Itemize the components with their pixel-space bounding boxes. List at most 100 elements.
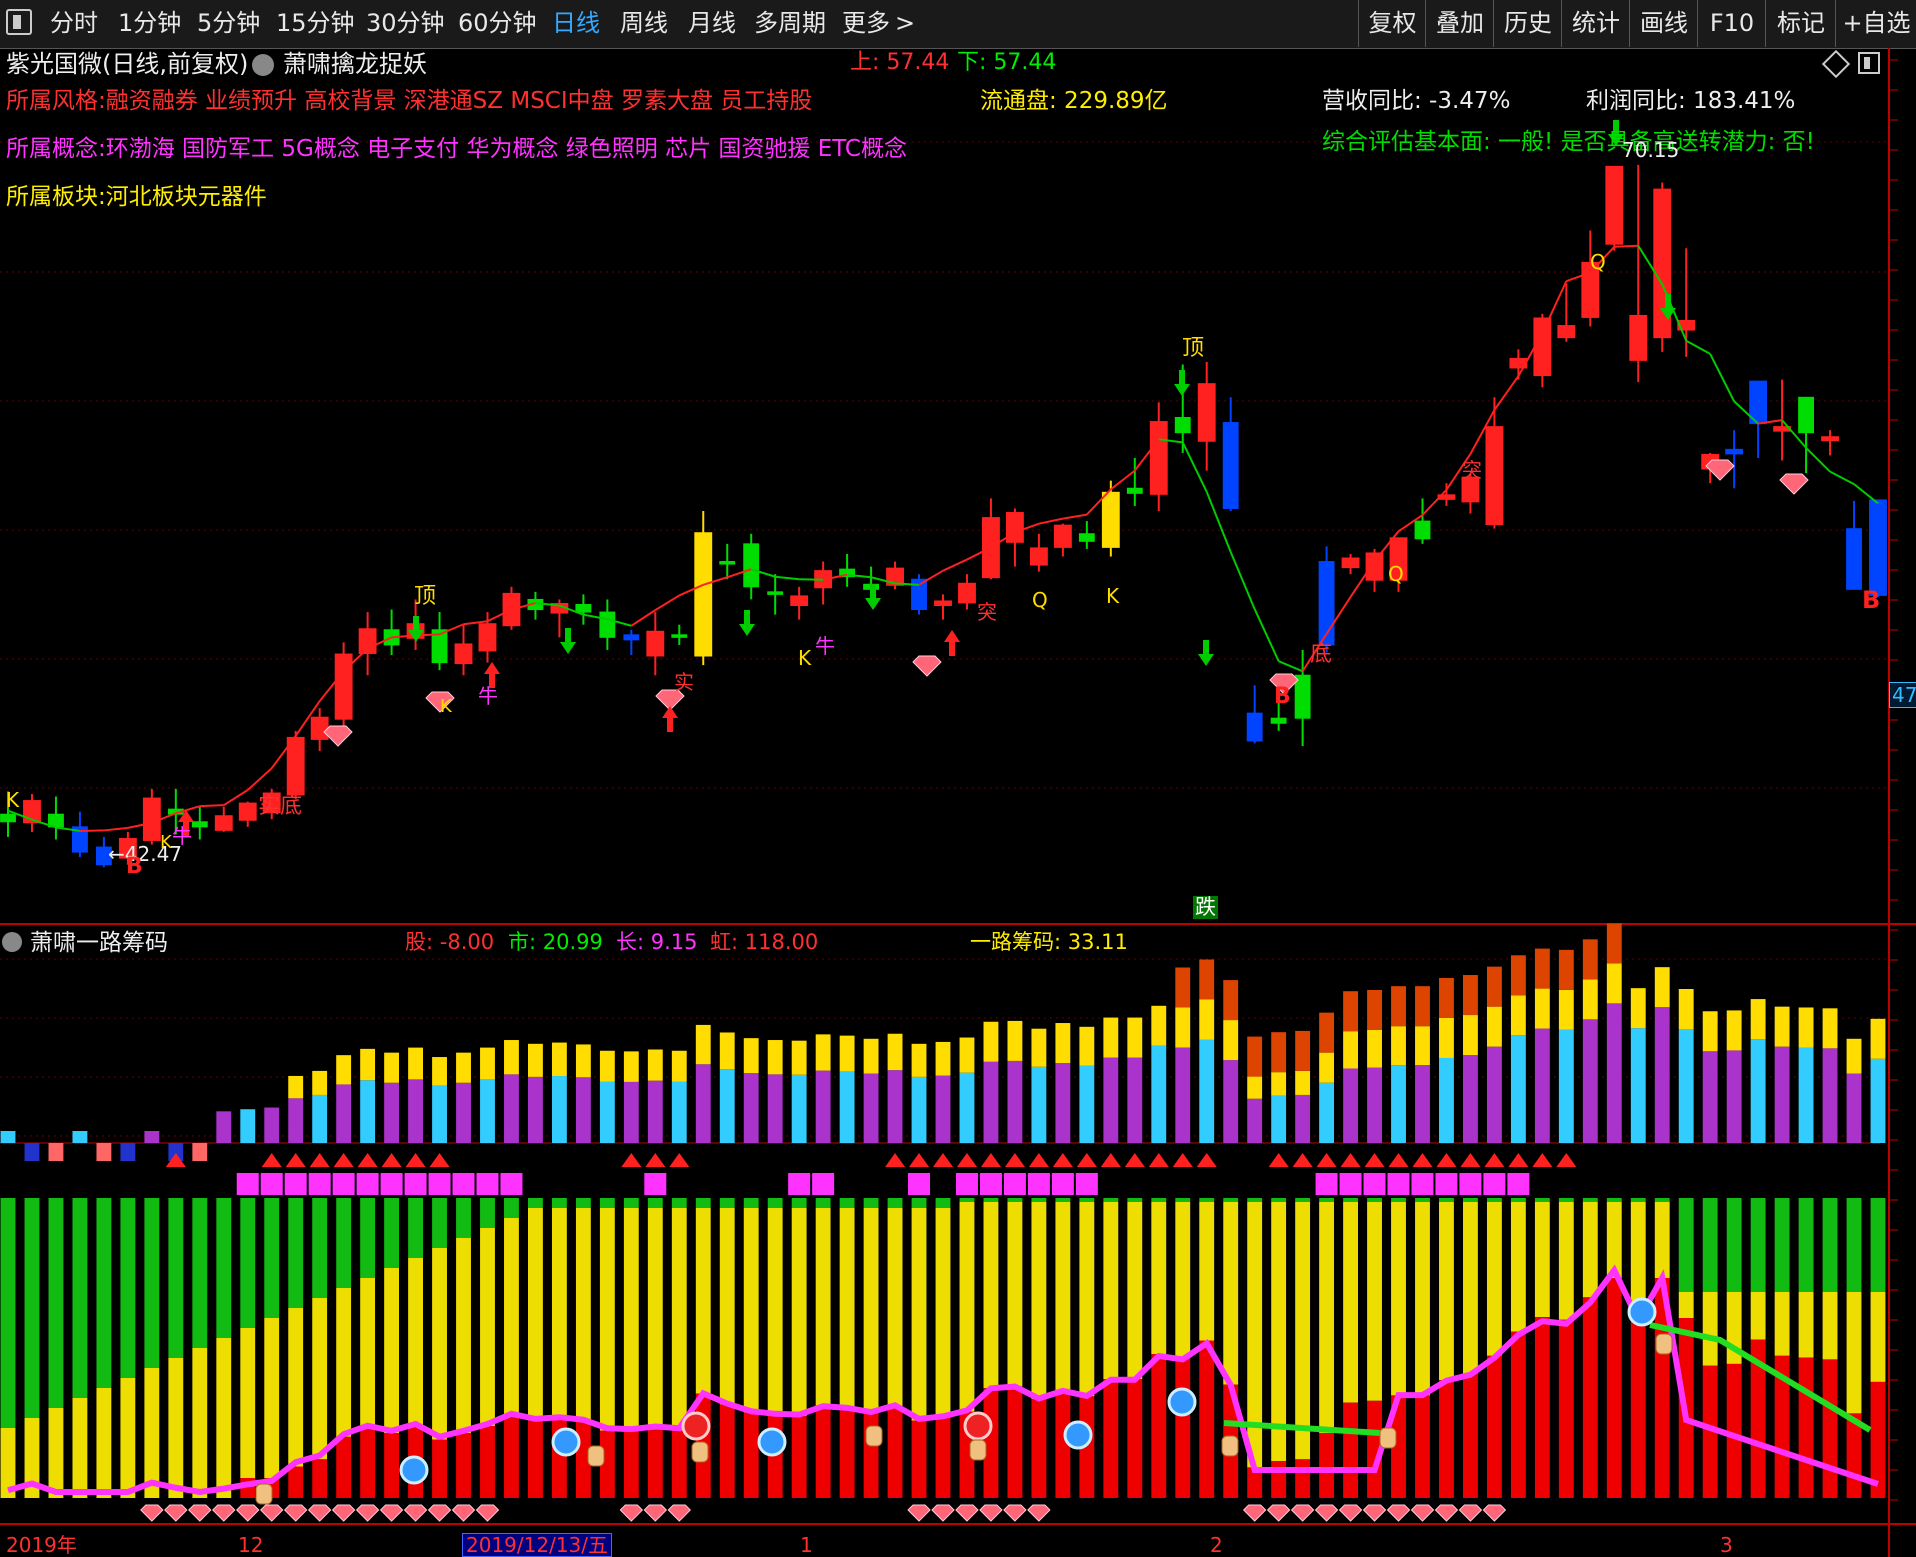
- kline-chart[interactable]: [0, 0, 1916, 1557]
- chip-yellow-segment: [767, 1208, 783, 1416]
- red-triangle-icon: [405, 1153, 426, 1167]
- chip-bar: [1103, 1057, 1119, 1143]
- red-triangle-icon: [1004, 1153, 1025, 1167]
- chip-bar-top: [1127, 1017, 1143, 1058]
- chip-bar-top: [1558, 989, 1574, 1030]
- chip-bar-top: [1271, 1072, 1287, 1096]
- green-down-arrow-icon: [739, 610, 755, 636]
- chip-bar: [1223, 1060, 1239, 1143]
- chip-bar: [432, 1085, 447, 1143]
- chip-green-segment: [1606, 1198, 1622, 1202]
- chip-bar: [959, 1072, 975, 1143]
- candle-body: [334, 653, 353, 720]
- chip-bar-top: [1391, 1026, 1406, 1066]
- signal-label: K: [440, 696, 452, 717]
- sub-indicator-name[interactable]: 萧啸一路筹码: [30, 932, 168, 955]
- chip-bar: [695, 1064, 711, 1143]
- chip-green-segment: [839, 1198, 855, 1208]
- rainbow-value: 虹: 118.00: [710, 930, 819, 954]
- chip-yellow-segment: [1223, 1202, 1239, 1385]
- magenta-square-icon: [260, 1173, 283, 1195]
- chip-green-segment: [240, 1198, 256, 1328]
- chip-bar-top: [1654, 967, 1670, 1008]
- chip-yellow-segment: [839, 1208, 855, 1409]
- diamond-icon: [1362, 1504, 1387, 1522]
- chip-yellow-segment: [72, 1398, 88, 1498]
- chip-yellow-segment: [575, 1208, 591, 1422]
- trend-line-segment: [1181, 441, 1208, 493]
- chip-bar: [1702, 1051, 1718, 1143]
- chip-yellow-segment: [192, 1348, 208, 1498]
- indicator-dropdown-icon[interactable]: [252, 54, 274, 76]
- magenta-square-icon: [788, 1173, 811, 1195]
- chip-bar-top: [1055, 1023, 1071, 1064]
- chip-yellow-segment: [288, 1308, 304, 1467]
- chip-red-segment: [623, 1431, 639, 1498]
- chip-red-segment: [1343, 1402, 1358, 1498]
- chip-green-segment: [671, 1198, 687, 1208]
- chip-bar-top: [1199, 999, 1215, 1040]
- red-triangle-icon: [669, 1153, 690, 1167]
- chip-green-segment: [815, 1198, 831, 1208]
- chip-bar-top: [1582, 979, 1598, 1020]
- upper-value: 上: 57.44: [850, 50, 950, 75]
- chip-green-segment: [1271, 1198, 1287, 1202]
- chip-bar-top: [719, 1032, 735, 1070]
- chip-red-segment: [1439, 1380, 1454, 1498]
- chip-bar-top: [528, 1043, 543, 1077]
- chip-green-segment: [1247, 1198, 1263, 1202]
- chip-bar: [1199, 1039, 1215, 1143]
- chip-yellow-segment: [1774, 1292, 1790, 1356]
- magenta-square-icon: [1003, 1173, 1026, 1195]
- chip-bar-top: [288, 1075, 304, 1099]
- chip-yellow-segment: [1343, 1202, 1358, 1403]
- diamond-icon: [355, 1504, 380, 1522]
- chip-red-segment: [1295, 1459, 1311, 1498]
- red-ball-icon: [963, 1411, 993, 1441]
- chip-yellow-segment: [336, 1288, 352, 1437]
- chip-bar: [1007, 1060, 1023, 1143]
- diamond-icon: [643, 1504, 668, 1522]
- red-triangle-icon: [1412, 1153, 1433, 1167]
- chip-bar-top: [360, 1048, 376, 1081]
- chip-green-segment: [1726, 1198, 1742, 1292]
- chip-red-segment: [1822, 1359, 1838, 1498]
- buy-signal-label: B: [1274, 684, 1291, 709]
- chip-yellow-segment: [504, 1218, 519, 1416]
- candle-body: [646, 630, 665, 657]
- candle-body: [1174, 417, 1191, 434]
- time-axis-label: 1: [800, 1533, 813, 1557]
- chip-bar-top: [336, 1055, 352, 1085]
- red-triangle-icon: [1196, 1153, 1217, 1167]
- chip-green-segment: [887, 1198, 903, 1208]
- trend-line-segment: [654, 594, 680, 611]
- chip-bar-top: [432, 1057, 447, 1086]
- chip-yellow-segment: [1007, 1202, 1023, 1387]
- magenta-square-icon: [284, 1173, 307, 1195]
- chip-bar: [1510, 1035, 1526, 1143]
- sub-indicator-dropdown-icon[interactable]: [2, 932, 22, 952]
- trend-line-segment: [799, 578, 824, 581]
- panel-window-icon[interactable]: [1858, 52, 1880, 74]
- chip-bar-negative: [96, 1143, 112, 1161]
- chip-red-segment: [336, 1436, 352, 1498]
- chip-green-segment: [192, 1198, 208, 1348]
- diamond-icon: [1027, 1504, 1051, 1522]
- chip-bar: [1463, 1055, 1478, 1143]
- chip-green-segment: [1007, 1198, 1023, 1202]
- chip-green-segment: [767, 1198, 783, 1208]
- chip-yellow-segment: [815, 1208, 831, 1408]
- indicator-name[interactable]: 萧啸擒龙捉妖: [283, 52, 427, 76]
- chip-bar-top: [1343, 1031, 1358, 1069]
- chip-yellow-segment: [1367, 1202, 1382, 1401]
- signal-label: K: [1106, 584, 1120, 608]
- chip-bar-top: [959, 1037, 975, 1073]
- trend-line-segment: [1038, 517, 1064, 525]
- signal-label: K: [160, 832, 172, 853]
- magenta-square-icon: [1435, 1173, 1458, 1195]
- chip-green-segment: [1079, 1198, 1095, 1202]
- signal-label: 突: [1462, 458, 1482, 482]
- chip-red-segment: [1271, 1461, 1287, 1498]
- magenta-square-icon: [380, 1173, 403, 1195]
- chip-green-segment: [1439, 1198, 1454, 1202]
